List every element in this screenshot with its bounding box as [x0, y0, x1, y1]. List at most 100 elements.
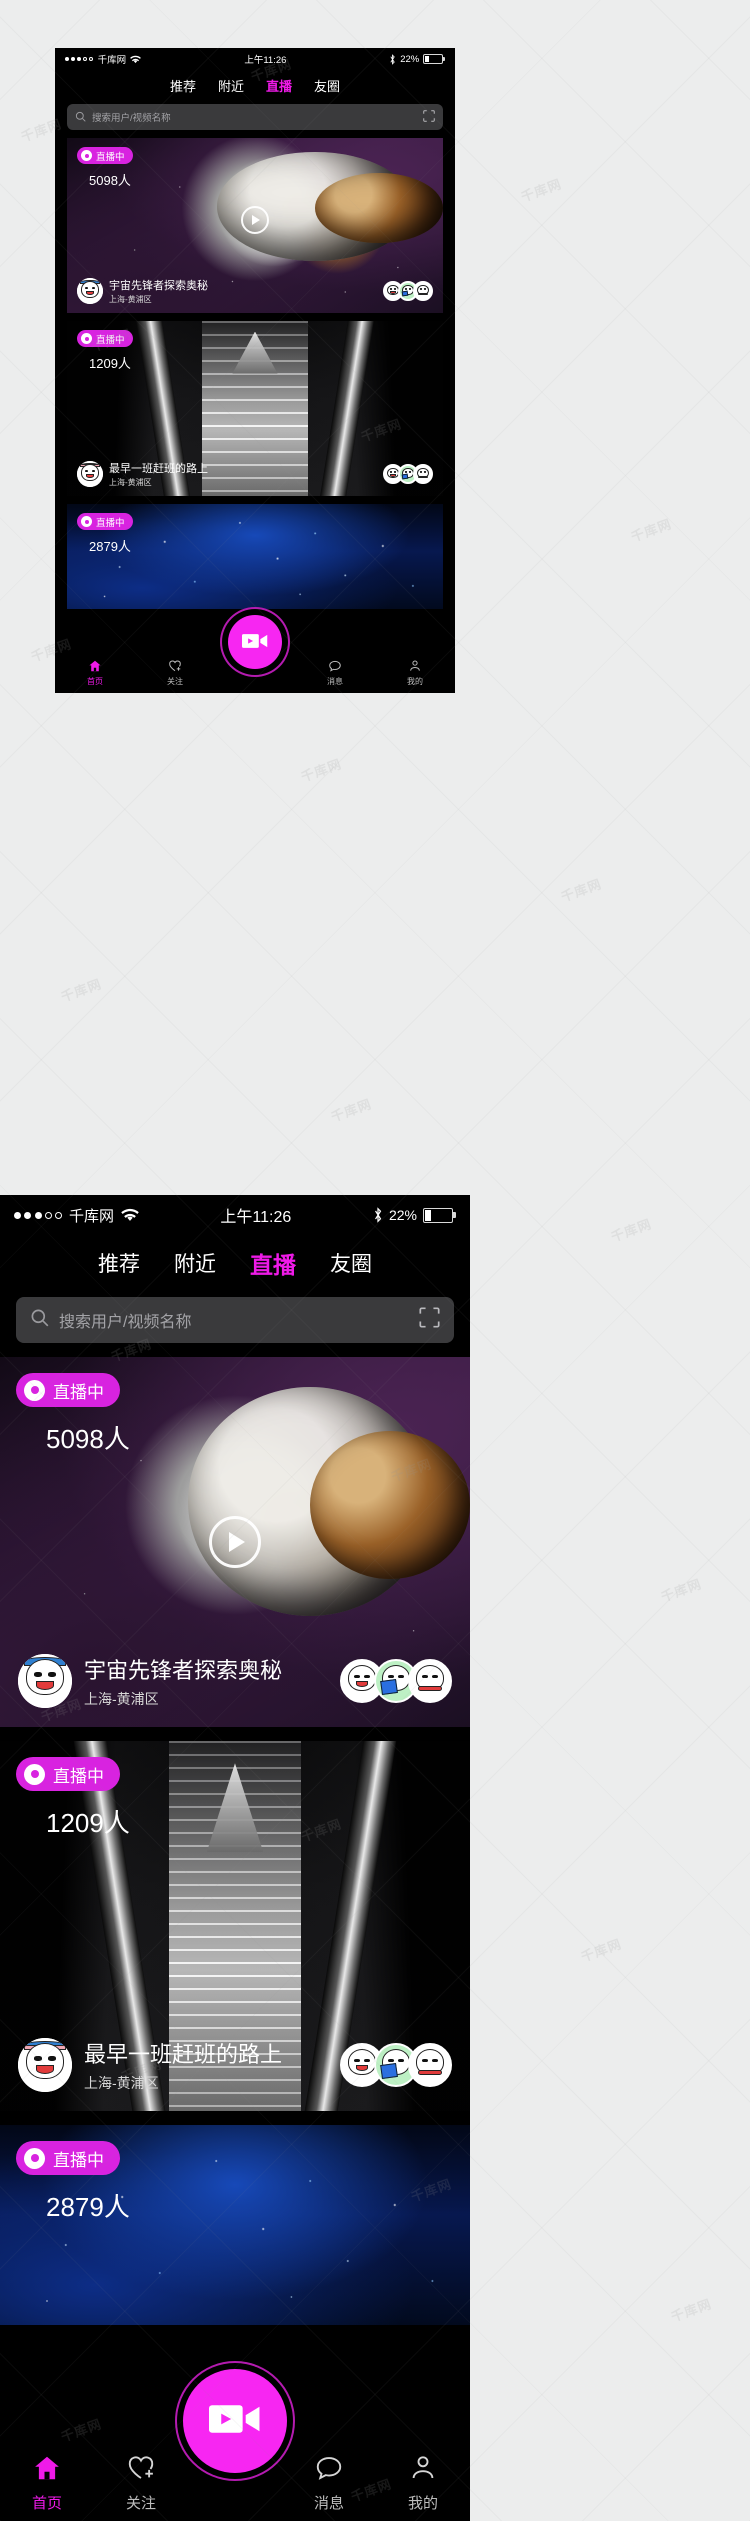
live-badge-label: 直播中	[53, 1766, 104, 1786]
nav-item-home[interactable]: 首页	[55, 659, 135, 687]
watermark-label: 千库网	[609, 1216, 654, 1245]
live-card[interactable]: 直播中 1209人 最早一班赶班的路上 上海-黄浦区	[67, 321, 443, 496]
live-card[interactable]: 直播中 2879人	[0, 2125, 470, 2325]
card-footer: 宇宙先锋者探索奥秘 上海-黄浦区	[67, 269, 443, 313]
tab-friends[interactable]: 友圈	[314, 76, 340, 95]
search-input[interactable]: 搜索用户/视频名称	[59, 1308, 409, 1332]
phone-preview-small: 千库网 上午11:26 22% 推荐 附近 直播 友圈 搜索用户/视频名称 直播…	[55, 48, 455, 693]
viewer-count: 2879人	[46, 2192, 130, 2222]
live-status-badge: 直播中	[16, 1757, 120, 1791]
live-status-badge: 直播中	[77, 330, 133, 347]
signal-strength-dots	[14, 1211, 63, 1219]
planet-graphic	[310, 1431, 470, 1579]
watcher-avatar-3[interactable]	[408, 2043, 452, 2087]
play-button[interactable]	[209, 1516, 261, 1568]
scan-code-icon[interactable]	[423, 110, 435, 124]
search-input[interactable]: 搜索用户/视频名称	[92, 110, 417, 124]
bluetooth-icon	[389, 53, 396, 65]
stream-location: 上海-黄浦区	[109, 295, 152, 304]
play-icon	[229, 1532, 245, 1552]
card-footer: 最早一班赶班的路上 上海-黄浦区	[67, 452, 443, 496]
nav-label-profile: 我的	[407, 677, 423, 686]
search-section: 搜索用户/视频名称	[55, 100, 455, 138]
watermark-label: 千库网	[669, 2296, 714, 2325]
bluetooth-icon	[373, 1207, 383, 1223]
nav-item-follow[interactable]: 关注	[94, 2453, 188, 2513]
watcher-avatars[interactable]	[383, 464, 433, 484]
live-card[interactable]: 直播中 2879人	[67, 504, 443, 609]
search-bar[interactable]: 搜索用户/视频名称	[16, 1297, 454, 1343]
stream-title: 最早一班赶班的路上	[84, 2042, 283, 2067]
avatar[interactable]	[18, 1654, 72, 1708]
status-bar-time: 上午11:26	[220, 1209, 292, 1226]
live-dot-icon	[81, 150, 92, 161]
card-meta: 最早一班赶班的路上 上海-黄浦区	[84, 2037, 328, 2093]
live-card[interactable]: 直播中 5098人 宇宙先锋者探索奥秘 上海-黄浦区	[67, 138, 443, 313]
watermark-label: 千库网	[579, 1936, 624, 1965]
live-card[interactable]: 直播中 5098人 宇宙先锋者探索奥秘 上海-黄浦区	[0, 1357, 470, 1727]
stream-title: 最早一班赶班的路上	[109, 463, 208, 475]
search-icon	[75, 111, 86, 124]
go-live-button[interactable]	[183, 2369, 287, 2473]
chat-bubble-icon	[314, 2453, 344, 2488]
nav-item-profile[interactable]: 我的	[376, 2453, 470, 2513]
viewer-count: 1209人	[46, 1808, 130, 1838]
watcher-avatars[interactable]	[340, 1659, 452, 1703]
avatar[interactable]	[77, 461, 103, 487]
live-badge-label: 直播中	[96, 151, 125, 163]
wifi-icon	[130, 55, 142, 64]
nav-label-profile: 我的	[407, 2495, 438, 2512]
status-bar-right: 22%	[389, 54, 445, 65]
card-meta: 宇宙先锋者探索奥秘 上海-黄浦区	[84, 1653, 328, 1709]
search-icon	[30, 1308, 49, 1332]
watermark-label: 千库网	[629, 516, 674, 545]
nav-item-profile[interactable]: 我的	[375, 659, 455, 687]
tab-live[interactable]: 直播	[266, 76, 292, 95]
top-tab-bar[interactable]: 推荐 附近 直播 友圈	[0, 1235, 470, 1291]
video-camera-icon	[209, 2402, 261, 2441]
nav-item-home[interactable]: 首页	[0, 2453, 94, 2513]
search-bar[interactable]: 搜索用户/视频名称	[67, 104, 443, 130]
tab-nearby[interactable]: 附近	[174, 1248, 216, 1278]
viewer-count: 5098人	[46, 1424, 130, 1454]
nav-item-messages[interactable]: 消息	[295, 659, 375, 687]
nav-label-home: 首页	[31, 2495, 62, 2512]
nav-item-messages[interactable]: 消息	[282, 2453, 376, 2513]
card-footer: 宇宙先锋者探索奥秘 上海-黄浦区	[0, 1635, 470, 1727]
live-dot-icon	[24, 1379, 45, 1401]
watcher-avatars[interactable]	[340, 2043, 452, 2087]
top-tab-bar[interactable]: 推荐 附近 直播 友圈	[55, 70, 455, 100]
scan-code-icon[interactable]	[419, 1307, 440, 1333]
nav-label-messages: 消息	[327, 677, 343, 686]
tab-nearby[interactable]: 附近	[218, 76, 244, 95]
watcher-avatar-3[interactable]	[413, 464, 433, 484]
home-icon	[88, 659, 102, 675]
tab-live[interactable]: 直播	[250, 1246, 296, 1280]
status-bar-time: 上午11:26	[244, 55, 287, 66]
nav-label-home: 首页	[87, 677, 103, 686]
watcher-avatar-3[interactable]	[408, 1659, 452, 1703]
watermark-label: 千库网	[329, 1096, 374, 1125]
play-button[interactable]	[241, 206, 269, 235]
nav-label-messages: 消息	[313, 2495, 344, 2512]
status-bar: 千库网 上午11:26 22%	[0, 1195, 470, 1235]
tab-recommend[interactable]: 推荐	[98, 1248, 140, 1278]
live-dot-icon	[24, 1763, 45, 1785]
live-badge-label: 直播中	[96, 517, 125, 529]
tab-recommend[interactable]: 推荐	[170, 76, 196, 95]
avatar[interactable]	[77, 278, 103, 304]
watcher-avatar-3[interactable]	[413, 281, 433, 301]
signal-strength-dots	[65, 57, 94, 61]
go-live-button[interactable]	[228, 615, 282, 669]
status-bar: 千库网 上午11:26 22%	[55, 48, 455, 70]
live-badge-label: 直播中	[53, 1382, 104, 1402]
watcher-avatars[interactable]	[383, 281, 433, 301]
stream-location: 上海-黄浦区	[84, 2075, 159, 2091]
live-feed: 直播中 5098人 宇宙先锋者探索奥秘 上海-黄浦区 直播中 1209人 最早一…	[0, 1357, 470, 2325]
stream-title: 宇宙先锋者探索奥秘	[109, 280, 208, 292]
live-card[interactable]: 直播中 1209人 最早一班赶班的路上 上海-黄浦区	[0, 1741, 470, 2111]
tab-friends[interactable]: 友圈	[330, 1248, 372, 1278]
nav-item-follow[interactable]: 关注	[135, 659, 215, 687]
live-badge-label: 直播中	[96, 334, 125, 346]
avatar[interactable]	[18, 2038, 72, 2092]
